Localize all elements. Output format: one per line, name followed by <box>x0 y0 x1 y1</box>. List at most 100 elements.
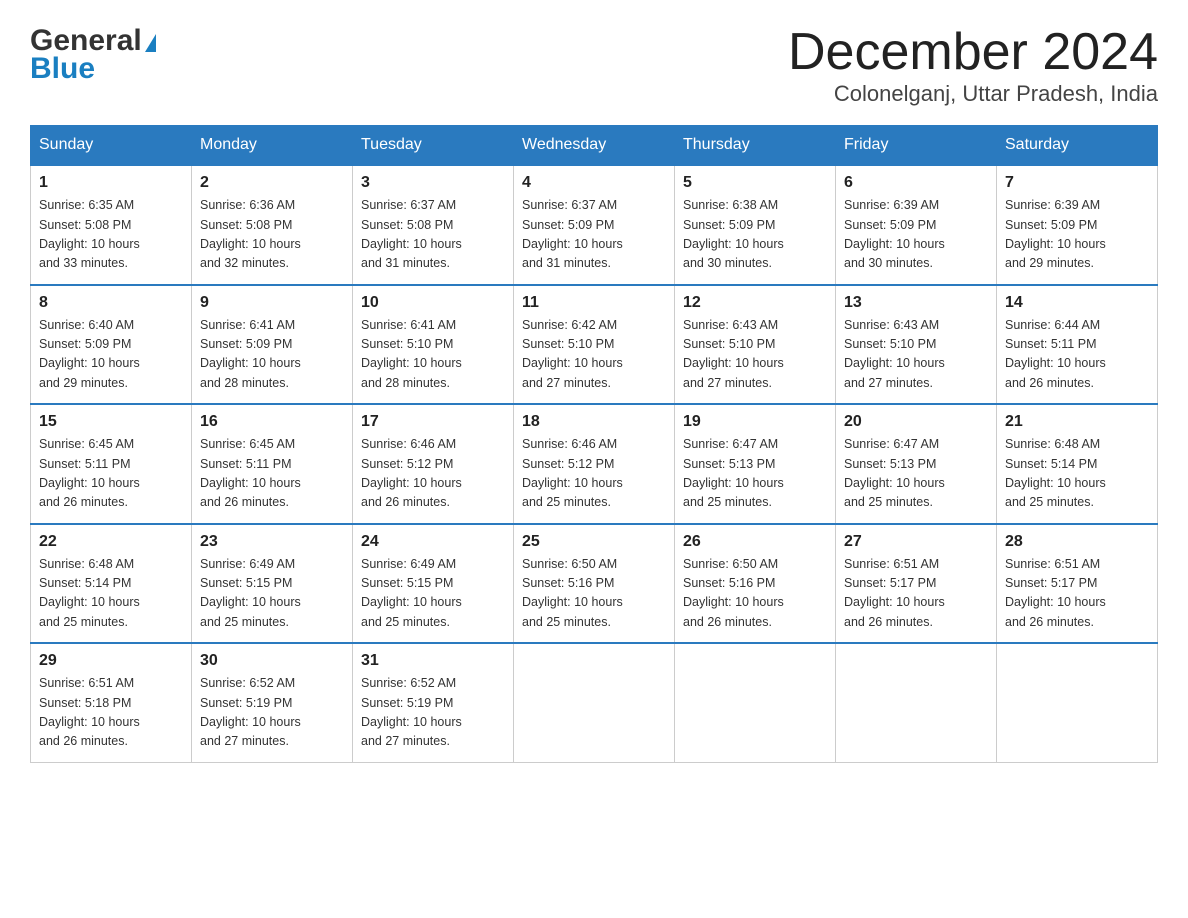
day-header-sunday: Sunday <box>31 126 192 166</box>
calendar-day-cell: 21Sunrise: 6:48 AMSunset: 5:14 PMDayligh… <box>997 404 1158 524</box>
calendar-day-cell: 22Sunrise: 6:48 AMSunset: 5:14 PMDayligh… <box>31 524 192 644</box>
calendar-day-cell: 15 Sunrise: 6:45 AMSunset: 5:11 PMDayligh… <box>31 404 192 524</box>
calendar-day-cell <box>514 643 675 762</box>
calendar-day-cell: 6Sunrise: 6:39 AMSunset: 5:09 PMDaylight… <box>836 165 997 285</box>
calendar-table: SundayMondayTuesdayWednesdayThursdayFrid… <box>30 125 1158 763</box>
logo-blue-text: Blue <box>30 52 156 86</box>
calendar-day-cell: 2 Sunrise: 6:36 AMSunset: 5:08 PMDaylight… <box>192 165 353 285</box>
day-info: Sunrise: 6:40 AMSunset: 5:09 PMDaylight:… <box>39 316 183 394</box>
calendar-day-cell: 13 Sunrise: 6:43 AMSunset: 5:10 PMDayligh… <box>836 285 997 405</box>
day-info: Sunrise: 6:45 AMSunset: 5:11 PMDaylight:… <box>200 435 344 513</box>
day-number: 3 <box>361 174 505 192</box>
day-number: 27 <box>844 533 988 551</box>
calendar-day-cell <box>836 643 997 762</box>
calendar-day-cell: 11Sunrise: 6:42 AMSunset: 5:10 PMDayligh… <box>514 285 675 405</box>
calendar-day-cell: 7Sunrise: 6:39 AMSunset: 5:09 PMDaylight… <box>997 165 1158 285</box>
calendar-day-cell: 18 Sunrise: 6:46 AMSunset: 5:12 PMDayligh… <box>514 404 675 524</box>
day-info: Sunrise: 6:47 AMSunset: 5:13 PMDaylight:… <box>844 435 988 513</box>
calendar-week-row: 29 Sunrise: 6:51 AMSunset: 5:18 PMDayligh… <box>31 643 1158 762</box>
day-header-saturday: Saturday <box>997 126 1158 166</box>
day-info: Sunrise: 6:46 AMSunset: 5:12 PMDaylight:… <box>522 435 666 513</box>
header: General Blue December 2024 Colonelganj, … <box>30 24 1158 107</box>
day-number: 23 <box>200 533 344 551</box>
day-number: 17 <box>361 413 505 431</box>
day-info: Sunrise: 6:41 AMSunset: 5:10 PMDaylight:… <box>361 316 505 394</box>
calendar-day-cell: 16 Sunrise: 6:45 AMSunset: 5:11 PMDayligh… <box>192 404 353 524</box>
day-info: Sunrise: 6:38 AMSunset: 5:09 PMDaylight:… <box>683 196 827 274</box>
day-number: 28 <box>1005 533 1149 551</box>
day-info: Sunrise: 6:51 AMSunset: 5:17 PMDaylight:… <box>1005 555 1149 633</box>
calendar-day-cell: 10Sunrise: 6:41 AMSunset: 5:10 PMDayligh… <box>353 285 514 405</box>
day-info: Sunrise: 6:37 AMSunset: 5:08 PMDaylight:… <box>361 196 505 274</box>
day-header-friday: Friday <box>836 126 997 166</box>
day-number: 8 <box>39 294 183 312</box>
logo-triangle-icon <box>145 34 156 52</box>
day-info: Sunrise: 6:51 AMSunset: 5:18 PMDaylight:… <box>39 674 183 752</box>
calendar-day-cell: 23 Sunrise: 6:49 AMSunset: 5:15 PMDayligh… <box>192 524 353 644</box>
day-number: 13 <box>844 294 988 312</box>
day-number: 15 <box>39 413 183 431</box>
day-number: 20 <box>844 413 988 431</box>
calendar-day-cell <box>675 643 836 762</box>
day-info: Sunrise: 6:39 AMSunset: 5:09 PMDaylight:… <box>1005 196 1149 274</box>
day-info: Sunrise: 6:43 AMSunset: 5:10 PMDaylight:… <box>683 316 827 394</box>
day-info: Sunrise: 6:36 AMSunset: 5:08 PMDaylight:… <box>200 196 344 274</box>
day-number: 29 <box>39 652 183 670</box>
title-area: December 2024 Colonelganj, Uttar Pradesh… <box>788 24 1158 107</box>
day-header-thursday: Thursday <box>675 126 836 166</box>
day-info: Sunrise: 6:49 AMSunset: 5:15 PMDaylight:… <box>200 555 344 633</box>
logo: General Blue <box>30 24 156 86</box>
day-info: Sunrise: 6:44 AMSunset: 5:11 PMDaylight:… <box>1005 316 1149 394</box>
day-info: Sunrise: 6:48 AMSunset: 5:14 PMDaylight:… <box>1005 435 1149 513</box>
calendar-day-cell: 4Sunrise: 6:37 AMSunset: 5:09 PMDaylight… <box>514 165 675 285</box>
day-number: 18 <box>522 413 666 431</box>
calendar-day-cell: 5 Sunrise: 6:38 AMSunset: 5:09 PMDaylight… <box>675 165 836 285</box>
day-number: 16 <box>200 413 344 431</box>
day-header-tuesday: Tuesday <box>353 126 514 166</box>
day-number: 9 <box>200 294 344 312</box>
calendar-header-row: SundayMondayTuesdayWednesdayThursdayFrid… <box>31 126 1158 166</box>
calendar-day-cell: 12 Sunrise: 6:43 AMSunset: 5:10 PMDayligh… <box>675 285 836 405</box>
day-info: Sunrise: 6:49 AMSunset: 5:15 PMDaylight:… <box>361 555 505 633</box>
day-number: 1 <box>39 174 183 192</box>
day-number: 5 <box>683 174 827 192</box>
calendar-day-cell: 24 Sunrise: 6:49 AMSunset: 5:15 PMDayligh… <box>353 524 514 644</box>
month-title: December 2024 <box>788 24 1158 81</box>
day-info: Sunrise: 6:47 AMSunset: 5:13 PMDaylight:… <box>683 435 827 513</box>
day-info: Sunrise: 6:39 AMSunset: 5:09 PMDaylight:… <box>844 196 988 274</box>
day-info: Sunrise: 6:41 AMSunset: 5:09 PMDaylight:… <box>200 316 344 394</box>
day-header-wednesday: Wednesday <box>514 126 675 166</box>
day-number: 22 <box>39 533 183 551</box>
day-number: 11 <box>522 294 666 312</box>
day-number: 19 <box>683 413 827 431</box>
calendar-day-cell: 17 Sunrise: 6:46 AMSunset: 5:12 PMDayligh… <box>353 404 514 524</box>
calendar-day-cell: 3 Sunrise: 6:37 AMSunset: 5:08 PMDaylight… <box>353 165 514 285</box>
day-info: Sunrise: 6:52 AMSunset: 5:19 PMDaylight:… <box>200 674 344 752</box>
day-info: Sunrise: 6:50 AMSunset: 5:16 PMDaylight:… <box>683 555 827 633</box>
day-info: Sunrise: 6:37 AMSunset: 5:09 PMDaylight:… <box>522 196 666 274</box>
calendar-day-cell: 27Sunrise: 6:51 AMSunset: 5:17 PMDayligh… <box>836 524 997 644</box>
day-number: 24 <box>361 533 505 551</box>
day-number: 30 <box>200 652 344 670</box>
calendar-day-cell: 25Sunrise: 6:50 AMSunset: 5:16 PMDayligh… <box>514 524 675 644</box>
day-header-monday: Monday <box>192 126 353 166</box>
day-number: 25 <box>522 533 666 551</box>
calendar-day-cell: 14Sunrise: 6:44 AMSunset: 5:11 PMDayligh… <box>997 285 1158 405</box>
calendar-day-cell: 29 Sunrise: 6:51 AMSunset: 5:18 PMDayligh… <box>31 643 192 762</box>
calendar-week-row: 1 Sunrise: 6:35 AMSunset: 5:08 PMDaylight… <box>31 165 1158 285</box>
day-number: 26 <box>683 533 827 551</box>
day-info: Sunrise: 6:45 AMSunset: 5:11 PMDaylight:… <box>39 435 183 513</box>
calendar-day-cell: 19 Sunrise: 6:47 AMSunset: 5:13 PMDayligh… <box>675 404 836 524</box>
day-info: Sunrise: 6:46 AMSunset: 5:12 PMDaylight:… <box>361 435 505 513</box>
day-number: 2 <box>200 174 344 192</box>
calendar-day-cell: 20 Sunrise: 6:47 AMSunset: 5:13 PMDayligh… <box>836 404 997 524</box>
calendar-day-cell: 26 Sunrise: 6:50 AMSunset: 5:16 PMDayligh… <box>675 524 836 644</box>
day-info: Sunrise: 6:35 AMSunset: 5:08 PMDaylight:… <box>39 196 183 274</box>
day-number: 31 <box>361 652 505 670</box>
location-title: Colonelganj, Uttar Pradesh, India <box>788 81 1158 107</box>
day-number: 12 <box>683 294 827 312</box>
calendar-week-row: 15 Sunrise: 6:45 AMSunset: 5:11 PMDayligh… <box>31 404 1158 524</box>
calendar-day-cell: 9 Sunrise: 6:41 AMSunset: 5:09 PMDaylight… <box>192 285 353 405</box>
day-info: Sunrise: 6:43 AMSunset: 5:10 PMDaylight:… <box>844 316 988 394</box>
day-info: Sunrise: 6:52 AMSunset: 5:19 PMDaylight:… <box>361 674 505 752</box>
